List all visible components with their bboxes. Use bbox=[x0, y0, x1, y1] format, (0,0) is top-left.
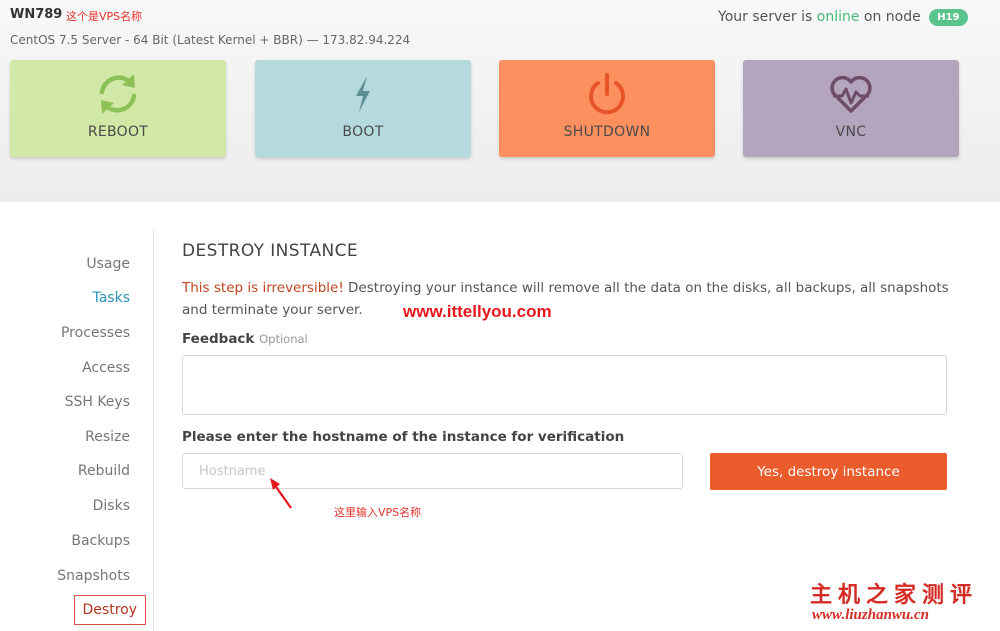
sidebar-item-usage[interactable]: Usage bbox=[86, 256, 130, 272]
sidebar-nav: Usage Tasks Processes Access SSH Keys Re… bbox=[0, 228, 154, 631]
feedback-label-text: Feedback bbox=[182, 331, 255, 347]
power-icon bbox=[589, 73, 625, 115]
watermark-url: www.ittellyou.com bbox=[403, 302, 552, 321]
sidebar-item-processes[interactable]: Processes bbox=[61, 325, 130, 341]
hostname-input[interactable] bbox=[182, 453, 683, 489]
hostname-label: Please enter the hostname of the instanc… bbox=[182, 429, 625, 445]
heart-monitor-icon bbox=[830, 75, 872, 113]
page-title: DESTROY INSTANCE bbox=[182, 241, 359, 261]
destroy-warning: This step is irreversible! Destroying yo… bbox=[182, 277, 957, 321]
irreversible-warning: This step is irreversible! bbox=[182, 280, 344, 296]
sidebar-item-tasks[interactable]: Tasks bbox=[92, 290, 130, 306]
status-suffix: on node bbox=[863, 9, 921, 25]
sidebar-item-snapshots[interactable]: Snapshots bbox=[57, 568, 130, 584]
server-os-info: CentOS 7.5 Server - 64 Bit (Latest Kerne… bbox=[10, 33, 411, 47]
boot-button[interactable]: BOOT bbox=[255, 60, 471, 157]
brand-url: www.liuzhanwu.cn bbox=[812, 607, 930, 623]
vps-name-annotation: 这个是VPS名称 bbox=[66, 10, 143, 23]
sidebar-item-disks[interactable]: Disks bbox=[93, 498, 130, 514]
status-online: online bbox=[816, 9, 860, 25]
vnc-label: VNC bbox=[835, 124, 867, 140]
feedback-label: Feedback Optional bbox=[182, 331, 308, 347]
annotation-arrow-icon bbox=[270, 478, 292, 509]
destroy-instance-button[interactable]: Yes, destroy instance bbox=[710, 453, 947, 490]
reboot-label: REBOOT bbox=[87, 124, 149, 140]
sidebar-item-resize[interactable]: Resize bbox=[85, 429, 130, 445]
feedback-textarea[interactable] bbox=[182, 355, 947, 415]
sidebar-item-rebuild[interactable]: Rebuild bbox=[78, 463, 130, 479]
sidebar-item-access[interactable]: Access bbox=[82, 360, 130, 376]
vps-name: WN789 bbox=[10, 7, 63, 22]
status-prefix: Your server is bbox=[718, 9, 813, 25]
sidebar-item-destroy[interactable]: Destroy bbox=[73, 595, 146, 625]
shutdown-label: SHUTDOWN bbox=[563, 124, 651, 140]
shutdown-button[interactable]: SHUTDOWN bbox=[499, 60, 715, 157]
sidebar-item-backups[interactable]: Backups bbox=[71, 533, 130, 549]
lightning-icon bbox=[356, 76, 370, 112]
reboot-button[interactable]: REBOOT bbox=[10, 60, 226, 157]
node-badge: H19 bbox=[929, 9, 968, 26]
brand-watermark: 主机之家测评 bbox=[810, 582, 979, 608]
server-status: Your server is online on node H19 bbox=[718, 9, 968, 26]
feedback-optional: Optional bbox=[259, 332, 308, 346]
boot-label: BOOT bbox=[342, 124, 384, 140]
vnc-button[interactable]: VNC bbox=[743, 60, 959, 157]
server-header: WN789 这个是VPS名称 CentOS 7.5 Server - 64 Bi… bbox=[0, 0, 1000, 202]
reboot-icon bbox=[99, 74, 137, 114]
hostname-annotation: 这里输入VPS名称 bbox=[334, 506, 422, 519]
sidebar-item-ssh-keys[interactable]: SSH Keys bbox=[65, 394, 130, 410]
